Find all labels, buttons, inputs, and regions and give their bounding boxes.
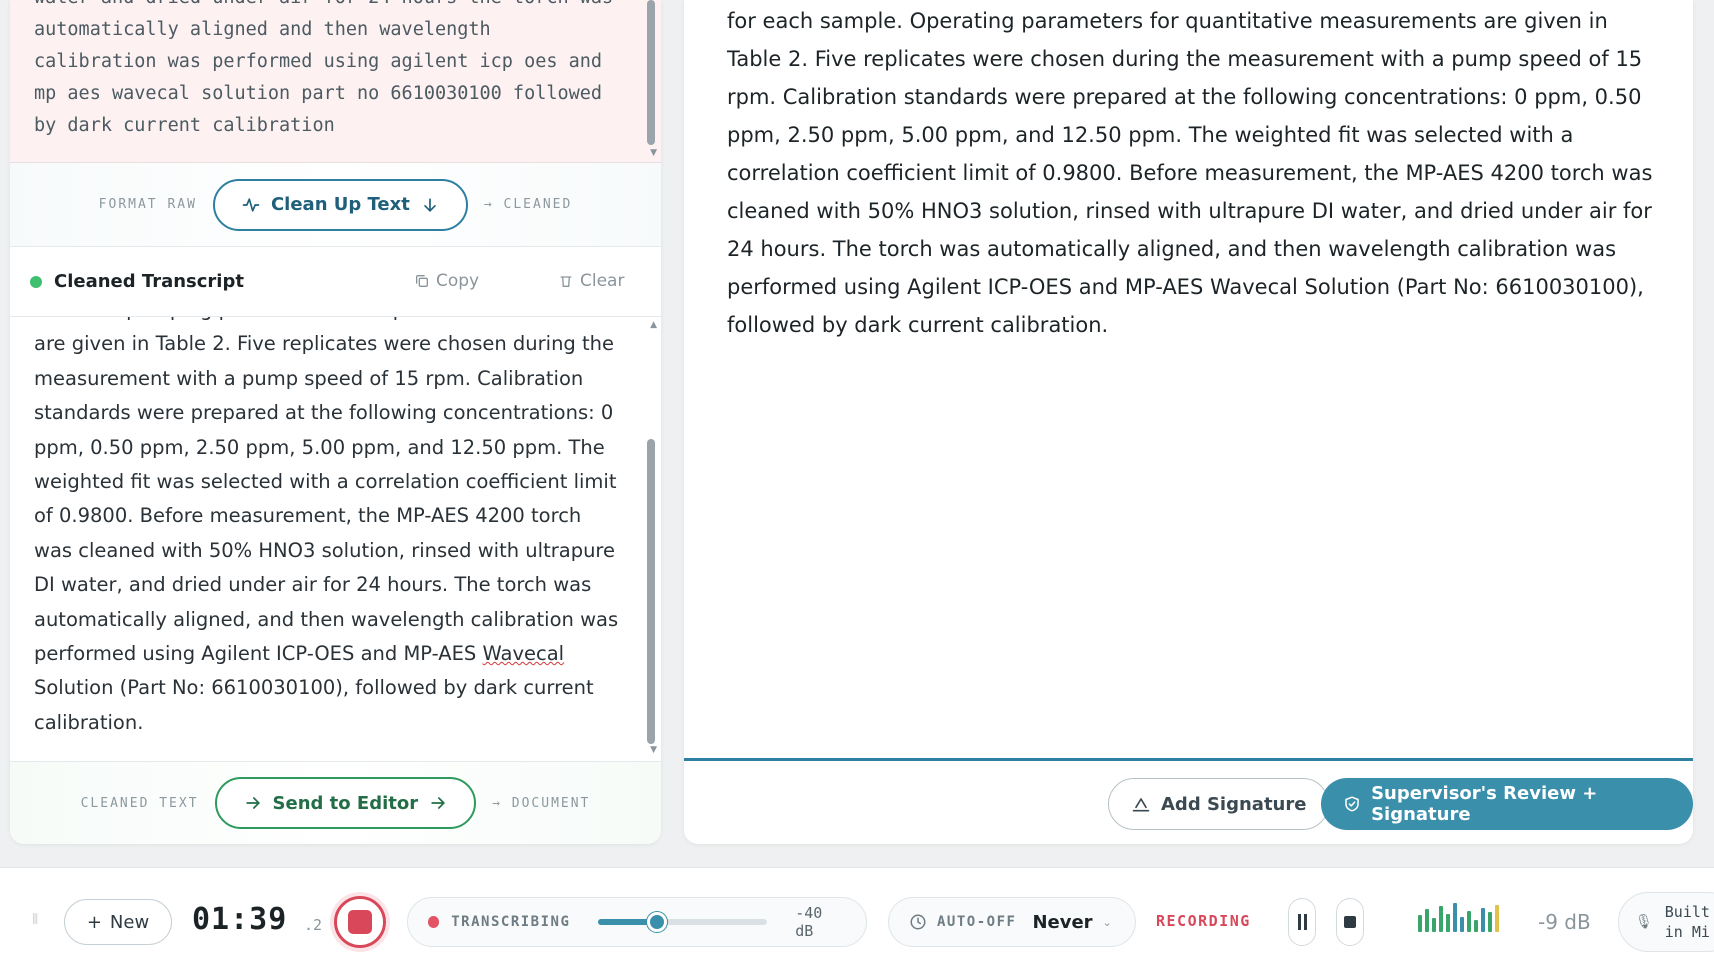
- shield-check-icon: [1345, 796, 1359, 812]
- level-meter-bar: [1481, 908, 1485, 932]
- pause-icon: [1297, 914, 1301, 930]
- cleaned-text-part-2: Solution (Part No: 6610030100), followed…: [34, 676, 594, 734]
- pause-icon: [1303, 914, 1307, 930]
- misspelled-word[interactable]: Wavecal: [482, 642, 564, 665]
- add-signature-button[interactable]: Add Signature: [1108, 778, 1330, 830]
- cleaned-text-label: CLEANED TEXT: [80, 795, 199, 811]
- mic-name-line-2: in Mi: [1664, 923, 1710, 941]
- supervisor-review-button[interactable]: Supervisor's Review + Signature: [1321, 778, 1693, 830]
- status-dot-icon: [30, 276, 42, 288]
- level-meter: [1418, 902, 1499, 932]
- level-meter-bar: [1418, 915, 1422, 932]
- threshold-db-label: -40 dB: [795, 904, 823, 940]
- transcript-panel: water and dried under air for 24 hours t…: [10, 0, 661, 844]
- cleaned-transcript-header: Cleaned Transcript Copy Clear: [10, 247, 661, 317]
- arrow-down-icon: [424, 197, 436, 212]
- clock-icon: [910, 914, 926, 930]
- level-meter-bar: [1439, 906, 1443, 932]
- add-signature-label: Add Signature: [1161, 793, 1307, 815]
- activity-icon: [242, 197, 260, 212]
- clear-button[interactable]: Clear: [558, 271, 624, 291]
- stop-button[interactable]: [1336, 898, 1364, 946]
- clear-label: Clear: [580, 271, 625, 291]
- arrow-right-icon: [245, 797, 260, 809]
- level-meter-bar: [1488, 912, 1492, 932]
- auto-off-label: AUTO-OFF: [937, 914, 1017, 930]
- grip-icon[interactable]: ⦀: [32, 912, 38, 928]
- level-meter-bar: [1460, 917, 1464, 932]
- recording-timer: 01:39: [192, 902, 288, 937]
- recorder-toolbar: ⦀ + New 01:39 .2 TRANSCRIBING -40 dB AUT…: [0, 867, 1714, 964]
- document-editor-panel: for each sample. Operating parameters fo…: [684, 0, 1693, 844]
- supervisor-review-label: Supervisor's Review + Signature: [1371, 783, 1598, 825]
- record-square-icon: [348, 910, 372, 934]
- cleaned-transcript-title: Cleaned Transcript: [54, 271, 244, 292]
- copy-button[interactable]: Copy: [414, 271, 479, 291]
- auto-off-value: Never: [1032, 911, 1093, 933]
- level-meter-bar: [1425, 909, 1429, 932]
- pause-button[interactable]: [1288, 898, 1316, 946]
- chevron-down-icon: ⌄: [1102, 915, 1112, 929]
- plus-icon: +: [86, 911, 102, 933]
- format-bar: FORMAT RAW Clean Up Text → CLEANED: [10, 163, 661, 247]
- mic-name-line-1: Built: [1664, 903, 1710, 921]
- new-label: New: [109, 911, 150, 933]
- level-meter-bar: [1467, 911, 1471, 932]
- recording-status: RECORDING: [1156, 912, 1251, 930]
- threshold-slider[interactable]: [598, 912, 768, 932]
- threshold-slider-handle[interactable]: [647, 912, 668, 932]
- send-to-editor-button[interactable]: Send to Editor: [214, 777, 477, 829]
- copy-label: Copy: [436, 271, 480, 291]
- microphone-icon: 🎙: [1635, 914, 1653, 930]
- level-meter-bar: [1432, 918, 1436, 932]
- arrow-right-icon: [431, 797, 446, 809]
- cleaned-target-label: → CLEANED: [483, 197, 573, 212]
- level-db-label: -9 dB: [1538, 910, 1591, 934]
- microphone-select[interactable]: 🎙 Built in Mi: [1618, 892, 1714, 952]
- raw-transcript-text: water and dried under air for 24 hours t…: [34, 0, 613, 136]
- transcribing-control: TRANSCRIBING -40 dB: [407, 897, 867, 947]
- level-meter-bar: [1474, 920, 1478, 932]
- copy-icon: [416, 275, 428, 287]
- cleaned-transcript-text[interactable]: flow rate pumping parameters and optimal…: [34, 317, 624, 740]
- transcribing-label: TRANSCRIBING: [451, 914, 571, 930]
- raw-scroll-down-icon[interactable]: ▼: [650, 148, 657, 158]
- clean-scroll-up-icon[interactable]: ▲: [650, 320, 657, 330]
- format-raw-label: FORMAT RAW: [98, 197, 197, 212]
- editor-divider: [684, 758, 1693, 761]
- signature-icon: [1132, 798, 1150, 812]
- level-meter-bar: [1446, 914, 1450, 932]
- clean-up-text-button[interactable]: Clean Up Text: [212, 178, 468, 231]
- level-meter-bar: [1495, 905, 1499, 932]
- clean-scrollbar-thumb[interactable]: [647, 439, 655, 744]
- trash-icon: [560, 276, 572, 287]
- live-dot-icon: [428, 916, 440, 928]
- new-button[interactable]: + New: [64, 899, 172, 945]
- cleaned-transcript-box[interactable]: flow rate pumping parameters and optimal…: [10, 317, 661, 761]
- raw-transcript-box[interactable]: water and dried under air for 24 hours t…: [10, 0, 661, 163]
- auto-off-select[interactable]: AUTO-OFF Never ⌄: [888, 897, 1136, 947]
- send-to-editor-label: Send to Editor: [272, 792, 419, 814]
- timer-fraction: .2: [304, 916, 323, 934]
- record-stop-button[interactable]: [334, 896, 386, 948]
- cleaned-text-part-1: flow rate pumping parameters and optimal…: [34, 317, 619, 666]
- raw-scrollbar-thumb[interactable]: [647, 0, 655, 145]
- level-meter-bar: [1453, 903, 1457, 932]
- document-target-label: → DOCUMENT: [492, 795, 591, 811]
- clean-scroll-down-icon[interactable]: ▼: [650, 745, 657, 755]
- clean-up-text-label: Clean Up Text: [270, 194, 410, 215]
- stop-icon: [1344, 916, 1356, 928]
- document-text[interactable]: for each sample. Operating parameters fo…: [727, 2, 1667, 344]
- send-bar: CLEANED TEXT Send to Editor → DOCUMENT: [10, 761, 661, 844]
